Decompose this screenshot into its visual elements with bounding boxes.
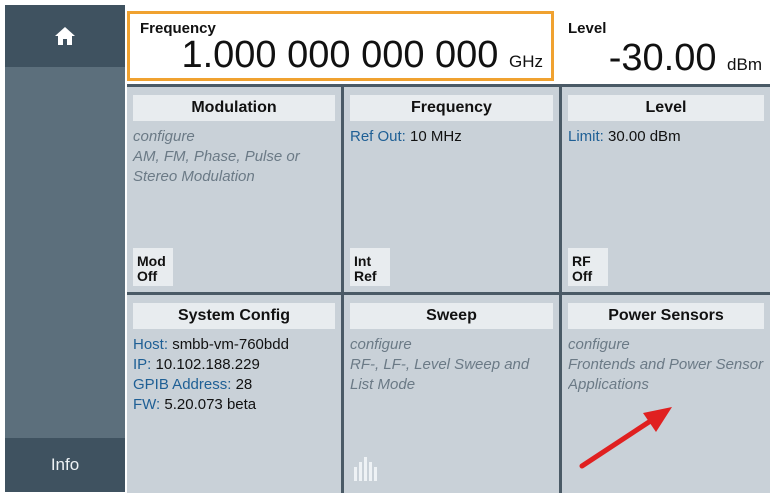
tile-modulation-body: configure AM, FM, Phase, Pulse or Stereo… [133, 127, 337, 187]
tile-system-config-body: Host: smbb-vm-760bdd IP: 10.102.188.229 … [133, 335, 337, 415]
tile-sweep-title: Sweep [350, 303, 553, 329]
sidebar: Info [5, 5, 125, 492]
home-icon [55, 27, 75, 45]
ref-out-value: 10 MHz [410, 128, 462, 145]
mod-off-button[interactable]: Mod Off [133, 248, 173, 286]
ip-key: IP: [133, 356, 152, 373]
fw-key: FW: [133, 396, 161, 413]
ip-line: IP: 10.102.188.229 [133, 355, 337, 375]
tile-frequency-body: Ref Out: 10 MHz [350, 127, 555, 147]
host-key: Host: [133, 336, 169, 353]
limit-line: Limit: 30.00 dBm [568, 127, 766, 147]
gpib-line: GPIB Address: 28 [133, 375, 337, 395]
gpib-value: 28 [235, 376, 253, 393]
tile-power-sensors-body: configure Frontends and Power Sensor App… [568, 335, 766, 395]
tile-system-config-title: System Config [133, 303, 335, 329]
tile-sweep-body: configure RF-, LF-, Level Sweep and List… [350, 335, 555, 395]
frequency-display[interactable]: Frequency 1.000 000 000 000 GHz [127, 11, 554, 81]
main-window: Info Frequency 1.000 000 000 000 GHz Lev… [0, 0, 770, 493]
ref-out-key: Ref Out: [350, 128, 406, 145]
level-label: Level [568, 20, 607, 37]
tile-sweep[interactable]: Sweep configure RF-, LF-, Level Sweep an… [344, 295, 559, 493]
rf-off-button[interactable]: RF Off [568, 248, 608, 286]
power-sensors-configure-text: configure [568, 336, 630, 353]
frequency-number: 1.000 000 000 000 [181, 34, 499, 76]
modulation-desc-line2: Stereo Modulation [133, 168, 255, 185]
mod-badge-line1: Mod [137, 253, 166, 269]
ref-badge-line2: Ref [354, 268, 377, 284]
level-number: -30.00 [608, 37, 717, 79]
tile-modulation[interactable]: Modulation configure AM, FM, Phase, Puls… [127, 87, 341, 292]
modulation-desc-line1: AM, FM, Phase, Pulse or [133, 148, 300, 165]
level-unit: dBm [727, 55, 762, 74]
mod-badge-line2: Off [137, 268, 158, 284]
ref-out-line: Ref Out: 10 MHz [350, 127, 555, 147]
int-ref-button[interactable]: Int Ref [350, 248, 390, 286]
tile-modulation-title: Modulation [133, 95, 335, 121]
modulation-configure-text: configure [133, 128, 195, 145]
limit-value: 30.00 dBm [608, 128, 681, 145]
limit-key: Limit: [568, 128, 604, 145]
tile-frequency[interactable]: Frequency Ref Out: 10 MHz Int Ref [344, 87, 559, 292]
home-button[interactable] [5, 5, 125, 67]
tile-level-title: Level [568, 95, 764, 121]
fw-line: FW: 5.20.073 beta [133, 395, 337, 415]
sweep-configure-text: configure [350, 336, 412, 353]
power-sensors-desc-line2: Applications [568, 376, 649, 393]
ref-badge-line1: Int [354, 253, 372, 269]
info-label: Info [50, 455, 80, 474]
block-diagram-grid: Modulation configure AM, FM, Phase, Puls… [127, 84, 770, 493]
tile-power-sensors-title: Power Sensors [568, 303, 764, 329]
tile-frequency-title: Frequency [350, 95, 553, 121]
tile-system-config[interactable]: System Config Host: smbb-vm-760bdd IP: 1… [127, 295, 341, 493]
level-value: -30.00 dBm [609, 37, 762, 80]
tile-power-sensors[interactable]: Power Sensors configure Frontends and Po… [562, 295, 770, 493]
level-display[interactable]: Level -30.00 dBm [558, 11, 770, 81]
ip-value: 10.102.188.229 [155, 356, 260, 373]
info-button[interactable]: Info [5, 438, 125, 492]
frequency-unit: GHz [509, 52, 543, 71]
rf-badge-line2: Off [572, 268, 593, 284]
frequency-value: 1.000 000 000 000 GHz [181, 34, 543, 77]
sweep-desc-line2: List Mode [350, 376, 416, 393]
host-value: smbb-vm-760bdd [172, 336, 289, 353]
tile-level-body: Limit: 30.00 dBm [568, 127, 766, 147]
sweep-desc-line1: RF-, LF-, Level Sweep and [350, 356, 530, 373]
sweep-icon [354, 457, 377, 481]
tile-level[interactable]: Level Limit: 30.00 dBm RF Off [562, 87, 770, 292]
fw-value: 5.20.073 beta [164, 396, 257, 413]
gpib-key: GPIB Address: [133, 376, 232, 393]
host-line: Host: smbb-vm-760bdd [133, 335, 337, 355]
rf-badge-line1: RF [572, 253, 591, 269]
power-sensors-desc-line1: Frontends and Power Sensor [568, 356, 764, 373]
